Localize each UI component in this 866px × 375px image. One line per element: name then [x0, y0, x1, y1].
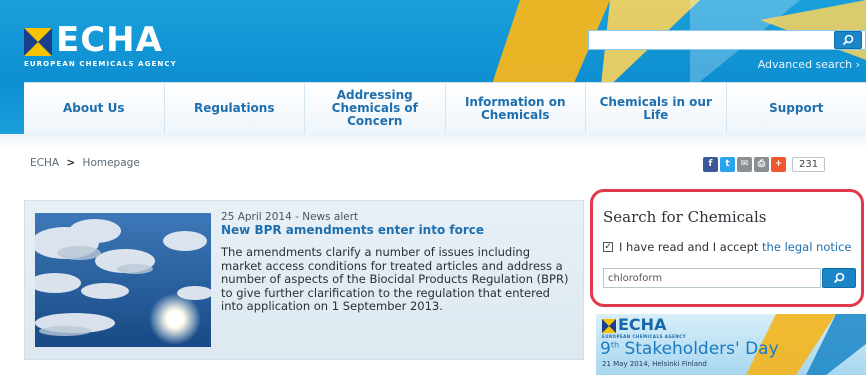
email-icon[interactable]: ✉ — [737, 156, 752, 172]
banner-title-text: Stakeholders' Day — [619, 339, 779, 359]
nav-item-information-on-chemicals[interactable]: Information on Chemicals — [446, 83, 586, 134]
print-icon[interactable]: ⎙ — [754, 156, 769, 172]
accept-text: I have read and I accept — [619, 240, 763, 254]
chemical-search-button[interactable] — [822, 268, 856, 288]
nav-item-support[interactable]: Support — [727, 83, 866, 134]
chemical-search-input[interactable] — [603, 268, 821, 288]
site-search-button[interactable] — [834, 31, 862, 49]
news-date: 25 April 2014 - News alert — [221, 211, 359, 223]
news-body: The amendments clarify a number of issue… — [221, 245, 569, 314]
search-icon — [842, 34, 854, 46]
banner-date-location: 21 May 2014, Helsinki Finland — [602, 360, 707, 368]
nav-item-chemicals-in-our-life[interactable]: Chemicals in our Life — [586, 83, 727, 134]
banner-logo-text: ECHA — [618, 315, 667, 334]
advanced-search-label: Advanced search — [757, 58, 853, 71]
echa-logo-mark-icon — [602, 319, 616, 333]
share-count: 231 — [792, 156, 826, 172]
logo-text: ECHA — [56, 20, 163, 60]
sky-clouds-image — [35, 213, 211, 347]
breadcrumb-separator: > — [66, 157, 76, 169]
legal-notice-label: I have read and I accept the legal notic… — [619, 240, 851, 254]
advanced-search-link[interactable]: Advanced search › — [758, 58, 860, 71]
site-search-input[interactable] — [588, 30, 866, 50]
echa-logo[interactable]: ECHA EUROPEAN CHEMICALS AGENCY — [24, 20, 194, 72]
chevron-right-icon: › — [855, 58, 860, 71]
chemical-search-panel: Search for Chemicals ✓ I have read and I… — [590, 189, 864, 307]
nav-item-about-us[interactable]: About Us — [24, 83, 165, 134]
search-icon — [833, 272, 845, 284]
news-item: 25 April 2014 - News alert New BPR amend… — [24, 200, 584, 360]
stakeholders-day-banner[interactable]: ECHA EUROPEAN CHEMICALS AGENCY 9th Stake… — [596, 314, 866, 375]
breadcrumb-current: Homepage — [82, 157, 140, 169]
chemical-search-title: Search for Chemicals — [603, 208, 767, 226]
news-image[interactable] — [35, 213, 211, 347]
nav-shadow — [0, 134, 866, 150]
main-navigation: About Us Regulations Addressing Chemical… — [24, 82, 866, 134]
share-toolbar: f t ✉ ⎙ + 231 — [703, 156, 826, 172]
banner-ordinal: 9 — [600, 339, 611, 359]
plus-icon[interactable]: + — [771, 156, 786, 172]
facebook-icon[interactable]: f — [703, 156, 718, 172]
news-title-link[interactable]: New BPR amendments enter into force — [221, 223, 484, 237]
banner-title: 9th Stakeholders' Day — [600, 339, 779, 359]
twitter-icon[interactable]: t — [720, 156, 735, 172]
breadcrumb: ECHA > Homepage — [30, 157, 140, 169]
banner-ordinal-suffix: th — [610, 340, 620, 350]
echa-logo-mark-icon — [24, 28, 52, 56]
breadcrumb-root-link[interactable]: ECHA — [30, 157, 59, 169]
logo-subtitle: EUROPEAN CHEMICALS AGENCY — [24, 60, 177, 68]
legal-notice-link[interactable]: the legal notice — [762, 240, 851, 254]
nav-item-regulations[interactable]: Regulations — [165, 83, 305, 134]
nav-item-addressing-chemicals[interactable]: Addressing Chemicals of Concern — [305, 83, 446, 134]
legal-notice-checkbox[interactable]: ✓ — [603, 242, 613, 252]
